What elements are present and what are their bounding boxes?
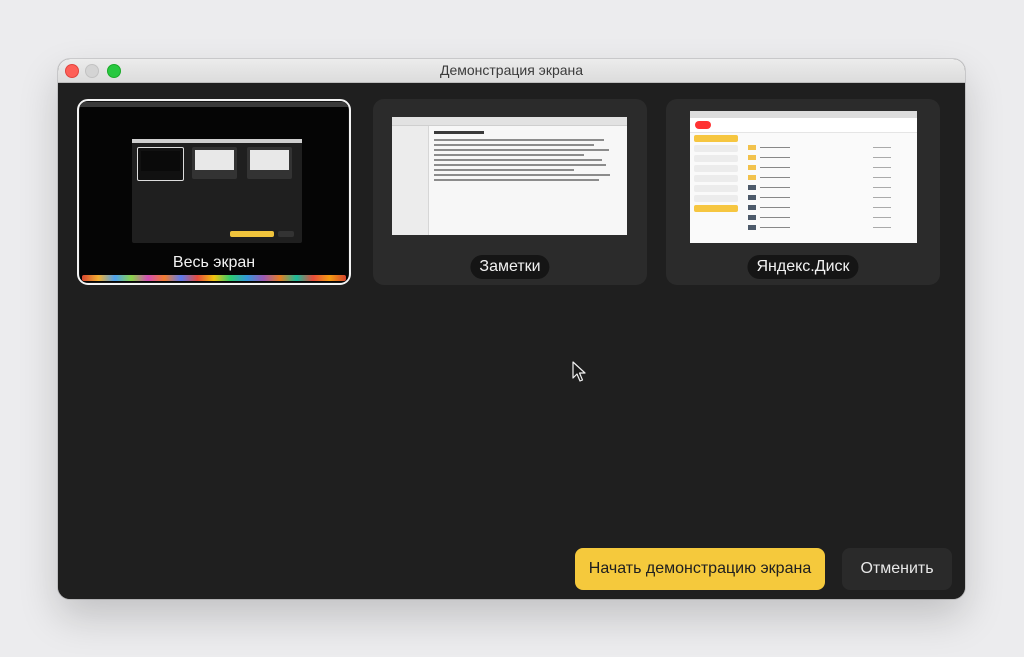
mouse-pointer-icon <box>572 361 586 382</box>
source-label: Весь экран <box>172 254 256 271</box>
title-bar: Демонстрация экрана <box>58 59 965 83</box>
source-label: Заметки <box>470 255 550 279</box>
start-screen-share-button[interactable]: Начать демонстрацию экрана <box>575 548 825 590</box>
screen-share-window: Демонстрация экрана Весь экран Заметки Я… <box>58 59 965 599</box>
source-label: Яндекс.Диск <box>747 255 859 279</box>
notes-thumbnail <box>392 117 627 235</box>
source-picker: Весь экран Заметки Яндекс.Диск Начать де… <box>58 83 965 599</box>
window-title: Демонстрация экрана <box>439 62 584 78</box>
source-card-yandex-disk[interactable]: Яндекс.Диск <box>666 99 940 285</box>
source-card-notes[interactable]: Заметки <box>373 99 647 285</box>
cancel-button[interactable]: Отменить <box>842 548 952 590</box>
source-card-entire-screen[interactable]: Весь экран <box>77 99 351 285</box>
yandex-disk-thumbnail <box>690 111 917 243</box>
